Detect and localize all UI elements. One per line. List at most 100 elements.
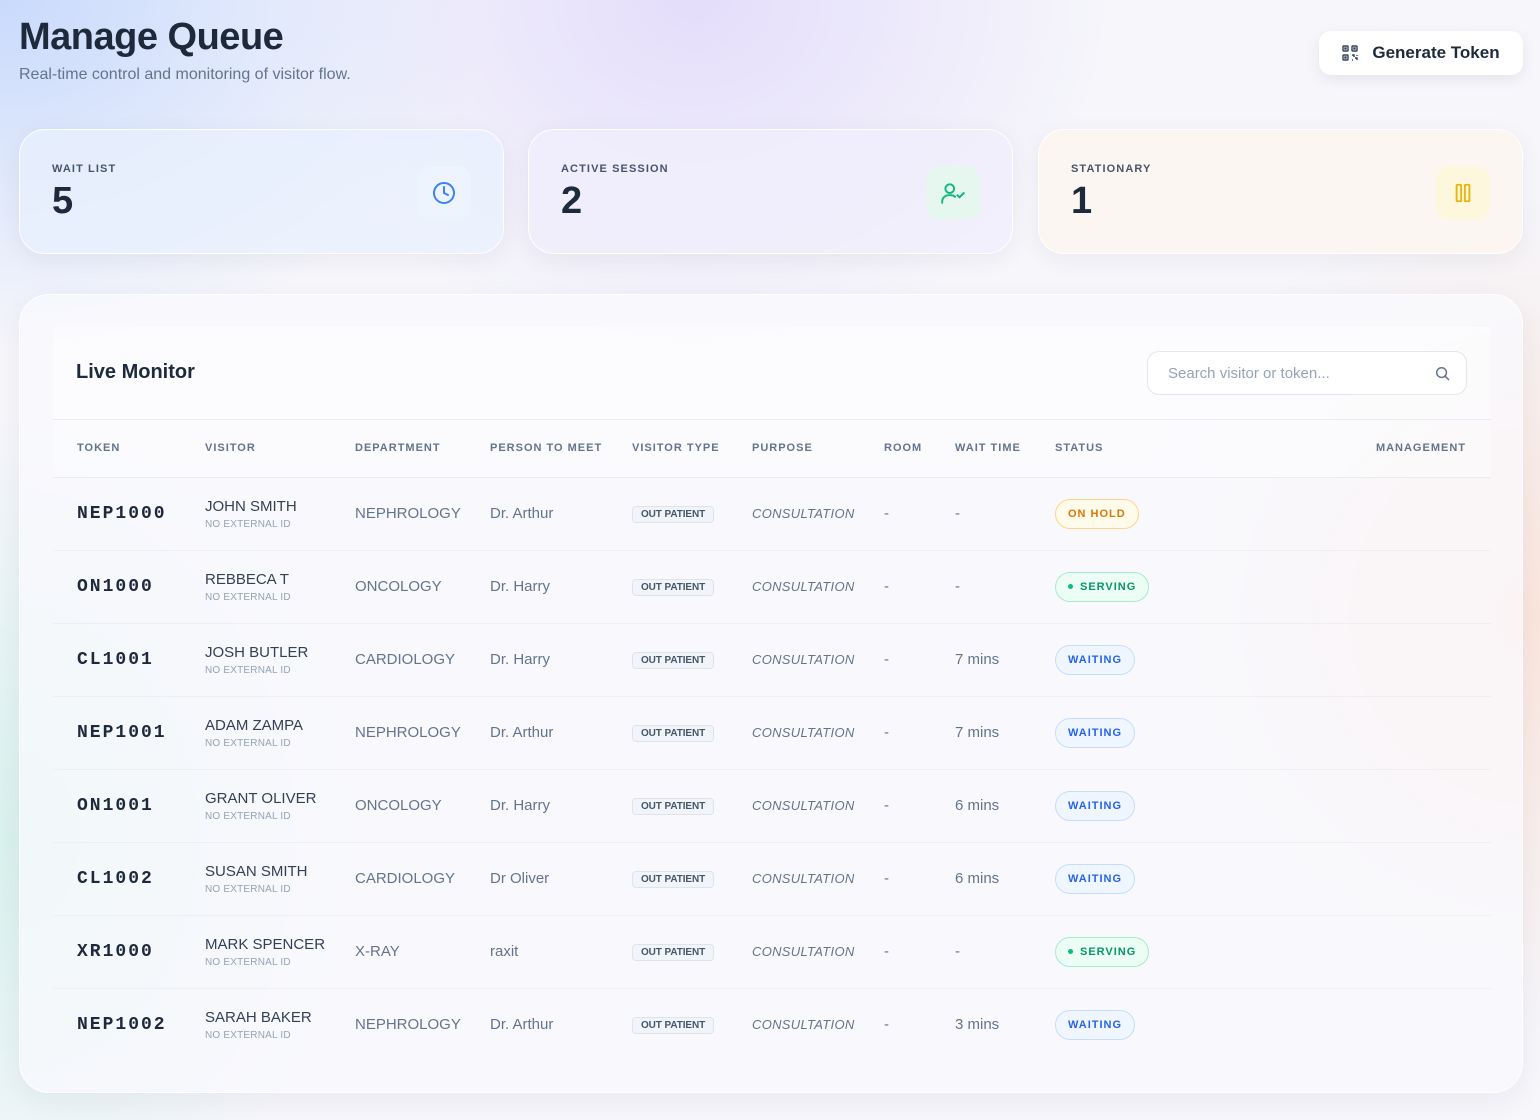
table-row[interactable]: ON1001 GRANT OLIVER NO EXTERNAL ID ONCOLOGY… (53, 769, 1491, 842)
status-badge: SERVING (1055, 936, 1150, 967)
column-header-person-to-meet[interactable]: PERSON TO MEET (490, 420, 632, 477)
table-row[interactable]: NEP1002 SARAH BAKER NO EXTERNAL ID NEPHROLO… (53, 988, 1491, 1061)
department-cell: X-RAY (355, 943, 400, 960)
live-monitor-panel: Live Monitor Search visitor or token... … (19, 294, 1523, 1093)
purpose-cell: CONSULTATION (752, 944, 855, 959)
visitor-type-badge: OUT PATIENT (632, 1017, 715, 1035)
status-label: SERVING (1080, 580, 1137, 593)
visitor-type-badge: OUT PATIENT (632, 725, 715, 742)
visitor-external-id: NO EXTERNAL ID (205, 737, 291, 749)
visitor-name: MARK SPENCER (205, 935, 326, 953)
status-badge: WAITING (1055, 863, 1136, 894)
management-cell (1291, 769, 1491, 842)
status-dot-icon (1068, 584, 1073, 589)
visitor-external-id: NO EXTERNAL ID (205, 956, 291, 968)
status-dot-icon (1068, 949, 1073, 954)
search-icon[interactable] (1435, 366, 1450, 386)
visitor-external-id: NO EXTERNAL ID (205, 591, 291, 603)
wait-time-cell: - (955, 505, 960, 522)
table-header-row: TOKEN VISITOR DEPARTMENT PERSON TO MEET … (53, 420, 1491, 477)
table-row[interactable]: CL1001 JOSH BUTLER NO EXTERNAL ID CARDIOLOG… (53, 623, 1491, 696)
visitor-type-badge: OUT PATIENT (632, 579, 715, 596)
purpose-cell: CONSULTATION (752, 579, 855, 594)
person-to-meet-cell: raxit (490, 943, 519, 960)
table-row[interactable]: NEP1000 JOHN SMITH NO EXTERNAL ID NEPHROLOG… (53, 477, 1491, 550)
person-to-meet-cell: Dr. Harry (490, 797, 550, 814)
status-badge: ON HOLD (1055, 498, 1139, 529)
wait-time-cell: 6 mins (955, 870, 1000, 887)
department-cell: NEPHROLOGY (355, 505, 461, 522)
stat-value: 1 (1071, 180, 1093, 222)
management-cell (1291, 696, 1491, 769)
stat-card-wait-list: WAIT LIST 5 (19, 129, 504, 254)
visitor-type-badge: OUT PATIENT (632, 871, 715, 888)
room-cell: - (884, 578, 889, 595)
room-cell: - (884, 505, 889, 522)
management-cell (1291, 550, 1491, 623)
stat-label: ACTIVE SESSION (561, 163, 669, 175)
visitor-type-badge: OUT PATIENT (632, 652, 715, 669)
purpose-cell: CONSULTATION (752, 506, 855, 521)
purpose-cell: CONSULTATION (752, 1017, 855, 1033)
queue-table: TOKEN VISITOR DEPARTMENT PERSON TO MEET … (53, 420, 1491, 1061)
search-input[interactable] (1148, 352, 1428, 394)
token-cell: ON1000 (77, 576, 154, 597)
token-cell: CL1001 (77, 649, 154, 670)
person-to-meet-cell: Dr. Arthur (490, 505, 554, 522)
status-label: WAITING (1068, 1018, 1123, 1031)
visitor-external-id: NO EXTERNAL ID (205, 518, 291, 530)
status-badge: WAITING (1055, 790, 1136, 821)
table-row[interactable]: XR1000 MARK SPENCER NO EXTERNAL ID X-RAY rax… (53, 915, 1491, 988)
status-label: WAITING (1068, 726, 1123, 739)
status-label: SERVING (1080, 945, 1137, 958)
person-to-meet-cell: Dr. Arthur (490, 724, 554, 741)
column-header-purpose[interactable]: PURPOSE (752, 420, 884, 477)
table-row[interactable]: ON1000 REBBECA T NO EXTERNAL ID ONCOLOGY Dr.… (53, 550, 1491, 623)
wait-time-cell: 6 mins (955, 797, 1000, 814)
visitor-external-id: NO EXTERNAL ID (205, 1029, 291, 1041)
column-header-visitor[interactable]: VISITOR (205, 420, 355, 477)
status-badge: SERVING (1055, 571, 1150, 602)
stat-value: 2 (561, 180, 583, 222)
column-header-visitor-type[interactable]: VISITOR TYPE (632, 420, 752, 477)
column-header-wait-time[interactable]: WAIT TIME (955, 420, 1055, 477)
wait-time-cell: - (955, 578, 960, 595)
token-cell: XR1000 (77, 941, 154, 962)
person-to-meet-cell: Dr Oliver (490, 870, 550, 887)
stat-label: WAIT LIST (52, 163, 117, 175)
visitor-name: ADAM ZAMPA (205, 716, 304, 734)
stat-label: STATIONARY (1071, 163, 1152, 175)
column-header-status[interactable]: STATUS (1055, 420, 1291, 477)
visitor-name: GRANT OLIVER (205, 789, 317, 807)
visitor-name: JOHN SMITH (205, 497, 297, 515)
queue-table-body: NEP1000 JOHN SMITH NO EXTERNAL ID NEPHROLOG… (53, 477, 1491, 1061)
visitor-type-badge: OUT PATIENT (632, 944, 715, 961)
room-cell: - (884, 943, 889, 960)
visitor-type-badge: OUT PATIENT (632, 798, 715, 815)
column-header-token[interactable]: TOKEN (53, 420, 205, 477)
generate-token-button[interactable]: Generate Token (1319, 31, 1523, 75)
column-header-room[interactable]: ROOM (884, 420, 955, 477)
qr-code-icon (1342, 45, 1359, 61)
status-label: WAITING (1068, 799, 1123, 812)
visitor-external-id: NO EXTERNAL ID (205, 883, 291, 895)
token-cell: CL1002 (77, 868, 154, 889)
department-cell: ONCOLOGY (355, 578, 442, 595)
management-cell (1291, 842, 1491, 915)
room-cell: - (884, 724, 889, 741)
page-subtitle: Real-time control and monitoring of visi… (19, 66, 351, 83)
department-cell: CARDIOLOGY (355, 870, 456, 887)
table-row[interactable]: NEP1001 ADAM ZAMPA NO EXTERNAL ID NEPHROLOG… (53, 696, 1491, 769)
status-label: WAITING (1068, 872, 1123, 885)
clock-icon (417, 166, 471, 220)
room-cell: - (884, 651, 889, 668)
purpose-cell: CONSULTATION (752, 798, 855, 813)
management-cell (1291, 623, 1491, 696)
person-to-meet-cell: Dr. Arthur (490, 1016, 554, 1034)
stat-card-active-session: ACTIVE SESSION 2 (528, 129, 1013, 254)
wait-time-cell: - (955, 943, 960, 960)
person-to-meet-cell: Dr. Harry (490, 578, 550, 595)
column-header-department[interactable]: DEPARTMENT (355, 420, 490, 477)
table-row[interactable]: CL1002 SUSAN SMITH NO EXTERNAL ID CARDIOLOG… (53, 842, 1491, 915)
search-box (1147, 351, 1467, 395)
